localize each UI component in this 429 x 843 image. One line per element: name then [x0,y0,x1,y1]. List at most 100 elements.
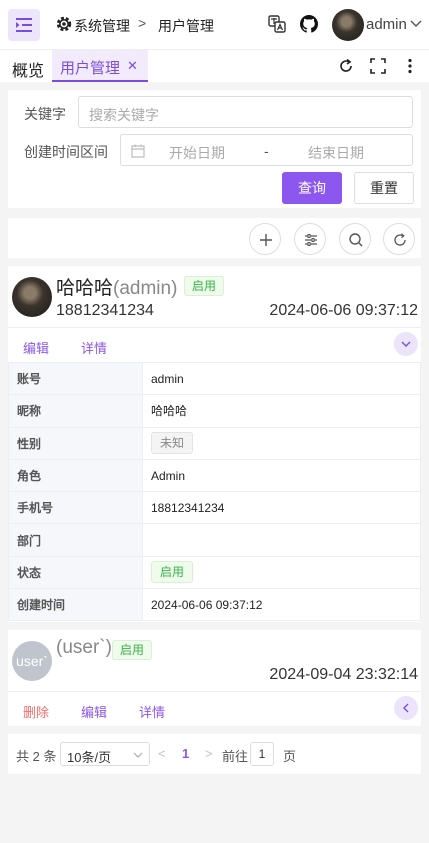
breadcrumb-separator-icon: > [138,15,147,31]
detail-key: 部门 [8,523,143,557]
header-username[interactable]: admin [366,16,407,33]
table-row: 创建时间 2024-06-06 09:37:12 [8,588,421,622]
detail-value: Admin [142,458,421,493]
detail-value: 2024-06-06 09:37:12 [142,588,421,622]
next-page-button[interactable]: > [205,746,213,761]
table-row: 部门 [8,523,421,557]
tab-overview[interactable]: 概览 [12,57,44,81]
table-row: 昵称 哈哈哈 [8,394,421,428]
tab-user-management[interactable]: 用户管理 ✕ [52,50,148,82]
detail-value: 哈哈哈 [142,394,421,428]
tab-bar: 概览 用户管理 ✕ [0,50,429,82]
date-range-label: 创建时间区间 [24,144,108,160]
breadcrumb-current: 用户管理 [158,18,214,34]
detail-key: 状态 [8,555,143,590]
status-badge: 启用 [112,640,153,660]
detail-key: 账号 [8,361,143,396]
more-vertical-icon[interactable] [402,58,418,74]
status-badge: 启用 [151,561,194,584]
detail-key: 角色 [8,458,143,493]
detail-key: 昵称 [8,394,143,428]
detail-button[interactable]: 详情 [81,338,107,357]
translate-icon[interactable] [268,15,286,33]
page-size-select[interactable]: 10条/页 [60,742,150,766]
filter-settings-icon [305,234,317,246]
detail-key: 创建时间 [8,588,143,622]
table-row: 状态 启用 [8,555,421,590]
table-row: 手机号 18812341234 [8,491,421,525]
calendar-icon [131,144,145,158]
delete-button[interactable]: 删除 [23,702,49,721]
keyword-placeholder: 搜索关键字 [89,107,159,123]
user-detail-table: 账号 admin 昵称 哈哈哈 性别 未知 角色 Admin 手机号 1881234123… [8,361,421,622]
column-settings-button[interactable] [294,223,326,255]
page-suffix: 页 [283,749,297,764]
detail-value: 未知 [142,426,421,460]
detail-button[interactable]: 详情 [139,702,165,721]
refresh-table-button[interactable] [383,223,415,255]
refresh-icon [394,233,406,246]
chevron-down-icon[interactable] [410,19,422,29]
edit-button[interactable]: 编辑 [81,702,107,721]
goto-label: 前往 [222,749,249,764]
table-toolbar [8,218,421,258]
top-header: 系统管理 > 用户管理 admin [0,0,429,50]
detail-value: admin [142,361,421,396]
avatar[interactable] [332,9,364,41]
detail-key: 性别 [8,426,143,460]
user-created-time: 2024-09-04 23:32:14 [269,666,418,683]
goto-page-input[interactable]: 1 [250,742,274,766]
page-number[interactable]: 1 [182,746,189,761]
table-row: 角色 Admin [8,458,421,493]
user-account: (user`) [56,637,112,658]
date-separator: - [264,143,269,159]
github-icon[interactable] [300,15,318,33]
menu-fold-button[interactable] [8,9,40,41]
add-button[interactable] [249,223,281,255]
search-icon [349,233,363,247]
pagination: 共 2 条 10条/页 < 1 > 前往 1 页 [8,734,421,774]
user-card: 哈哈哈(admin) 启用 18812341234 2024-06-06 09:… [8,266,421,622]
prev-page-button[interactable]: < [158,746,166,761]
detail-value: 启用 [142,555,421,590]
close-icon[interactable]: ✕ [127,58,138,74]
user-card: user` (user`) 启用 2024-09-04 23:32:14 删除 … [8,630,421,726]
detail-value: 18812341234 [142,491,421,525]
fullscreen-icon[interactable] [370,58,386,74]
refresh-icon[interactable] [338,58,354,74]
toggle-search-button[interactable] [339,223,371,255]
search-form: 关键字 搜索关键字 创建时间区间 开始日期 - 结束日期 查询 重置 [8,90,421,208]
avatar: user` [12,641,52,681]
end-date-placeholder: 结束日期 [308,145,364,161]
user-created-time: 2024-06-06 09:37:12 [269,302,418,319]
pagination-total: 共 2 条 [16,749,57,764]
chevron-down-icon [133,752,143,758]
user-phone: 18812341234 [56,302,154,319]
table-row: 性别 未知 [8,426,421,460]
reset-button[interactable]: 重置 [354,172,414,204]
tab-label: 用户管理 [60,60,121,77]
query-button[interactable]: 查询 [282,172,342,204]
page-size-value: 10条/页 [67,750,112,765]
keyword-label: 关键字 [24,106,66,122]
expand-toggle[interactable] [394,696,418,720]
gear-icon [56,16,72,32]
collapse-toggle[interactable] [394,332,418,356]
user-title: 哈哈哈(admin) [56,273,177,300]
date-range-picker[interactable]: 开始日期 - 结束日期 [120,134,413,166]
divider [8,327,421,328]
keyword-input[interactable]: 搜索关键字 [78,96,413,128]
breadcrumb-root[interactable]: 系统管理 [74,16,130,36]
add-icon [260,234,272,246]
status-badge: 启用 [184,276,225,296]
divider [8,691,421,692]
avatar [12,277,52,317]
user-account: (admin) [113,278,178,299]
chevron-down-icon [401,341,411,347]
table-row: 账号 admin [8,361,421,396]
start-date-placeholder: 开始日期 [169,145,225,161]
menu-fold-icon [16,18,32,32]
detail-key: 手机号 [8,491,143,525]
edit-button[interactable]: 编辑 [23,338,49,357]
gender-badge: 未知 [151,432,194,455]
